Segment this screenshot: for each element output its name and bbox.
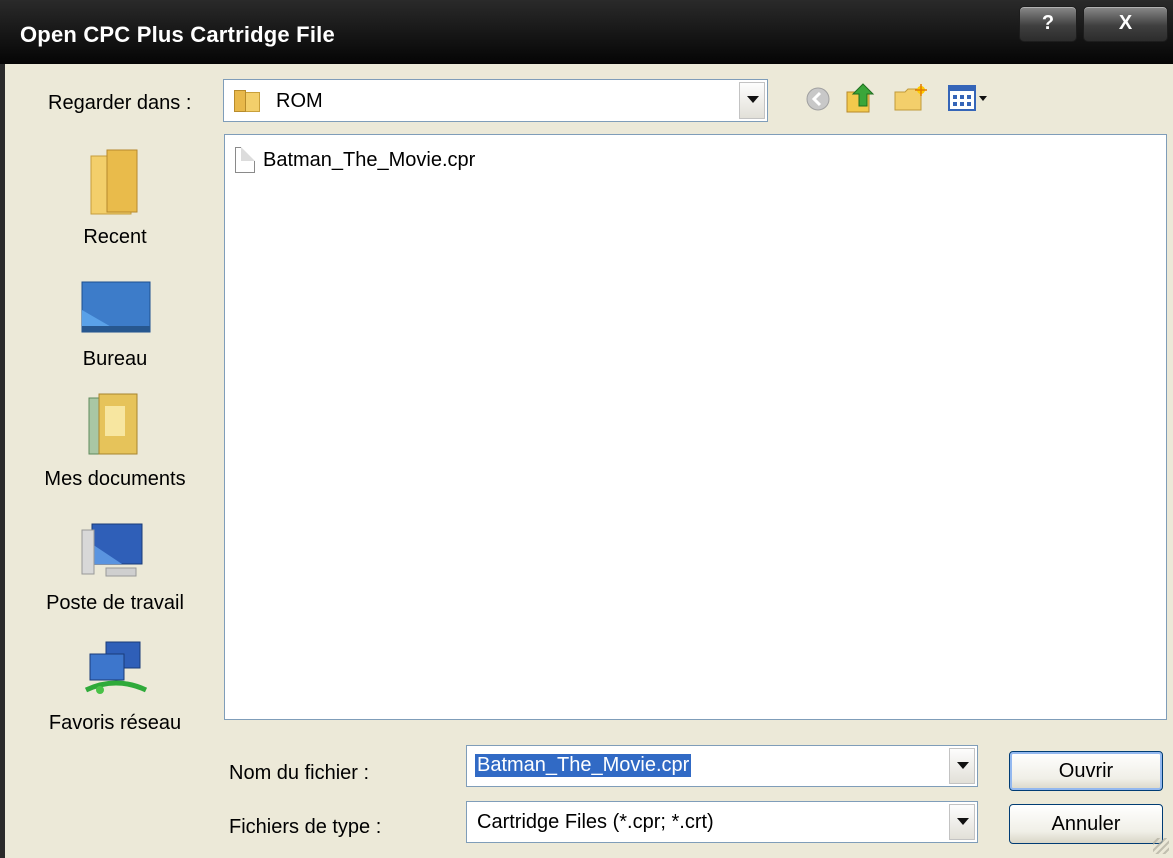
filename-input[interactable]: Batman_The_Movie.cpr: [466, 745, 978, 787]
places-network-label: Favoris réseau: [48, 712, 182, 734]
back-icon[interactable]: [805, 86, 831, 117]
filename-dropdown-button[interactable]: [949, 748, 975, 784]
resize-grip[interactable]: [1153, 838, 1169, 854]
filetype-label: Fichiers de type :: [229, 816, 382, 838]
filetype-select[interactable]: Cartridge Files (*.cpr; *.crt): [466, 801, 978, 843]
new-folder-icon[interactable]: [893, 82, 929, 119]
lookin-label: Regarder dans :: [48, 92, 192, 114]
desktop-icon: [81, 281, 151, 333]
network-places-icon: [84, 641, 148, 694]
places-recent-label: Recent: [83, 226, 147, 248]
title-bar[interactable]: Open CPC Plus Cartridge File ? X: [0, 0, 1173, 64]
folder-icon: [234, 90, 260, 112]
view-menu-icon[interactable]: [947, 83, 989, 118]
recent-folder-icon: [90, 149, 138, 215]
lookin-dropdown-button[interactable]: [739, 82, 765, 119]
filetype-value: Cartridge Files (*.cpr; *.crt): [477, 811, 714, 833]
places-my-computer[interactable]: Poste de travail: [30, 518, 200, 618]
file-icon: [235, 147, 255, 173]
window-border: [0, 64, 5, 858]
file-name: Batman_The_Movie.cpr: [263, 148, 476, 171]
open-button[interactable]: Ouvrir: [1009, 751, 1163, 791]
lookin-value: ROM: [276, 90, 323, 112]
places-desktop[interactable]: Bureau: [30, 280, 200, 380]
lookin-combo[interactable]: ROM: [223, 79, 768, 122]
places-desktop-label: Bureau: [82, 348, 148, 370]
places-recent[interactable]: Recent: [30, 148, 200, 258]
up-folder-icon[interactable]: [843, 80, 879, 121]
close-button[interactable]: X: [1083, 6, 1168, 42]
places-my-documents[interactable]: Mes documents: [30, 392, 200, 502]
filename-value: Batman_The_Movie.cpr: [475, 754, 692, 777]
filetype-dropdown-button[interactable]: [949, 804, 975, 840]
places-network[interactable]: Favoris réseau: [30, 638, 200, 738]
my-computer-icon: [81, 523, 143, 577]
help-button[interactable]: ?: [1019, 6, 1077, 42]
my-documents-icon: [88, 393, 138, 455]
file-list[interactable]: Batman_The_Movie.cpr: [224, 134, 1167, 720]
window-title: Open CPC Plus Cartridge File: [20, 22, 335, 47]
places-my-computer-label: Poste de travail: [46, 592, 184, 614]
filename-label: Nom du fichier :: [229, 762, 370, 784]
places-my-documents-label: Mes documents: [44, 468, 186, 490]
cancel-button[interactable]: Annuler: [1009, 804, 1163, 844]
file-item[interactable]: Batman_The_Movie.cpr: [235, 145, 475, 175]
